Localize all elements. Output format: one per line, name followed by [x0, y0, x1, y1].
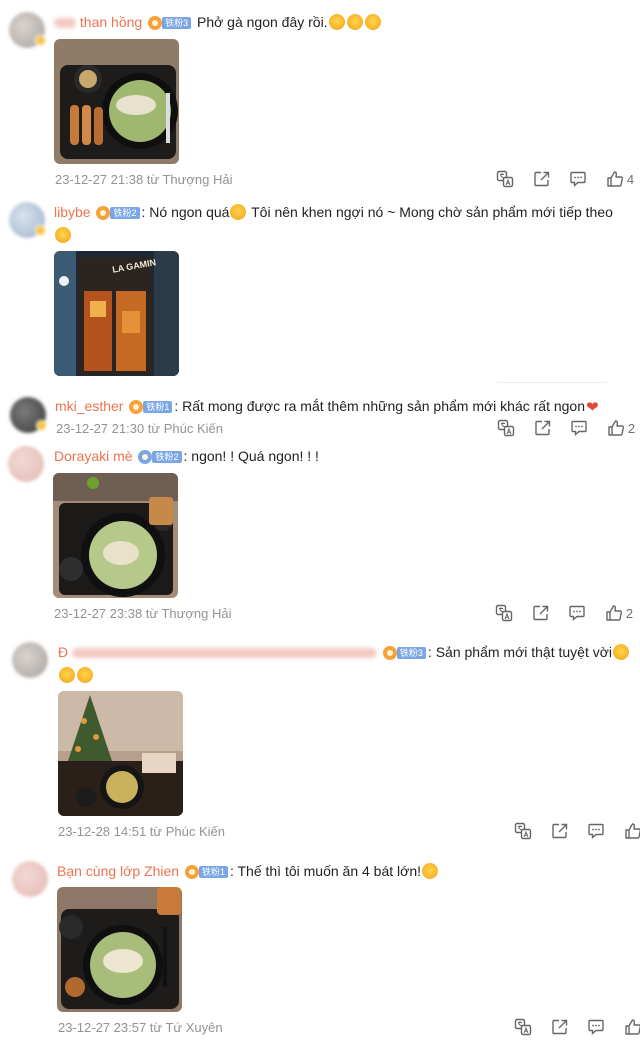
share-icon[interactable]	[533, 170, 551, 188]
username[interactable]: libybe	[54, 204, 91, 220]
comment-line: mki_esther 铁粉1: Rất mong được ra mắt thê…	[55, 396, 600, 418]
share-icon[interactable]	[534, 419, 552, 437]
comment-actions: 4	[496, 170, 637, 190]
like-count: 2	[625, 605, 634, 621]
emoji-icon	[346, 14, 363, 30]
comment-line-2	[58, 665, 94, 685]
fan-badge-icon	[382, 646, 397, 661]
emoji-icon	[230, 204, 247, 220]
like-icon[interactable]	[624, 1018, 640, 1036]
like-count: 2	[627, 420, 636, 436]
timestamp: 23-12-27 21:38 từ Thượng Hải	[55, 172, 233, 187]
like-icon[interactable]	[606, 170, 624, 188]
username[interactable]: than hồng	[80, 14, 142, 30]
verified-badge-icon	[35, 225, 46, 236]
comment-icon[interactable]	[570, 419, 588, 437]
like-icon[interactable]	[605, 604, 623, 622]
comment-image[interactable]: LA GAMIN	[54, 251, 179, 376]
fan-badge[interactable]: 铁粉1	[184, 865, 228, 880]
fan-badge[interactable]: 铁粉1	[129, 400, 173, 415]
comment-image[interactable]	[54, 39, 179, 164]
username[interactable]: Đ	[58, 644, 68, 660]
comment-text: : Nó ngon quá	[141, 204, 230, 220]
comment-image[interactable]	[58, 691, 183, 816]
fan-badge[interactable]: 铁粉2	[138, 450, 182, 465]
comment-actions: 2	[495, 604, 636, 624]
blurred-name-part	[72, 648, 378, 659]
timestamp: 23-12-27 23:57 từ Tứ Xuyên	[58, 1020, 223, 1035]
divider	[497, 382, 607, 383]
translate-icon[interactable]	[497, 419, 515, 437]
fan-badge[interactable]: 铁粉3	[148, 16, 192, 31]
timestamp: 23-12-28 14:51 từ Phúc Kiến	[58, 824, 225, 839]
fan-badge-icon	[138, 450, 153, 465]
comment-line: Đ 铁粉3: Sản phẩm mới thật tuyệt vời	[58, 642, 630, 662]
blurred-name-part	[54, 18, 76, 29]
comment-line-2	[54, 225, 72, 245]
username[interactable]: mki_esther	[55, 398, 123, 414]
like-count: 4	[626, 171, 635, 187]
fan-badge-level: 铁粉3	[396, 647, 426, 660]
comment-line: Dorayaki mè 铁粉2: ngon! ! Quá ngon! ! !	[54, 446, 319, 466]
avatar[interactable]	[8, 446, 44, 482]
comment-actions	[514, 822, 640, 842]
verified-badge-icon	[36, 420, 47, 431]
heart-icon: ❤	[586, 399, 599, 416]
comment-icon[interactable]	[587, 822, 605, 840]
translate-icon[interactable]	[514, 1018, 532, 1036]
username[interactable]: Dorayaki mè	[54, 448, 133, 464]
share-icon[interactable]	[551, 822, 569, 840]
translate-icon[interactable]	[496, 170, 514, 188]
fan-badge-icon	[96, 206, 111, 221]
fan-badge-icon	[129, 400, 144, 415]
translate-icon[interactable]	[495, 604, 513, 622]
comment-image[interactable]	[53, 473, 178, 598]
comment-actions: 2	[497, 419, 638, 439]
like-icon[interactable]	[624, 822, 640, 840]
avatar[interactable]	[9, 202, 46, 238]
comment-icon[interactable]	[587, 1018, 605, 1036]
comment-image[interactable]	[57, 887, 182, 1012]
fan-badge[interactable]: 铁粉3	[382, 646, 426, 661]
timestamp: 23-12-27 23:38 từ Thượng Hải	[54, 606, 232, 621]
fan-badge-icon	[148, 16, 163, 31]
comment-text: Phở gà ngon đây rồi.	[196, 14, 328, 30]
comment-text: : Thế thì tôi muốn ăn 4 bát lớn!	[229, 863, 421, 879]
share-icon[interactable]	[551, 1018, 569, 1036]
comment-line: libybe 铁粉2: Nó ngon quá Tôi nên khen ngợ…	[54, 202, 613, 222]
comment-line: Bạn cùng lớp Zhien 铁粉1: Thế thì tôi muốn…	[57, 861, 439, 881]
comment-text-continued: Tôi nên khen ngợi nó ~ Mong chờ sản phẩm…	[247, 204, 613, 220]
fan-badge-level: 铁粉2	[152, 451, 182, 464]
share-icon[interactable]	[532, 604, 550, 622]
avatar[interactable]	[12, 861, 48, 897]
username[interactable]: Bạn cùng lớp Zhien	[57, 863, 179, 879]
fan-badge-icon	[184, 865, 199, 880]
fan-badge-level: 铁粉1	[143, 401, 173, 414]
avatar[interactable]	[10, 397, 47, 433]
comment-text: : Sản phẩm mới thật tuyệt vời	[427, 644, 613, 660]
comment-line: than hồng 铁粉3 Phở gà ngon đây rồi.	[54, 12, 382, 32]
emoji-icon	[422, 863, 438, 879]
fan-badge-level: 铁粉3	[162, 17, 192, 30]
timestamp: 23-12-27 21:30 từ Phúc Kiến	[56, 421, 223, 436]
comment-text: : ngon! ! Quá ngon! ! !	[183, 448, 319, 464]
translate-icon[interactable]	[514, 822, 532, 840]
avatar[interactable]	[12, 642, 48, 678]
comment-actions	[514, 1018, 640, 1038]
emoji-icon	[55, 227, 71, 243]
fan-badge[interactable]: 铁粉2	[96, 206, 140, 221]
like-icon[interactable]	[607, 419, 625, 437]
emoji-icon	[328, 14, 345, 30]
fan-badge-level: 铁粉1	[198, 866, 228, 879]
avatar[interactable]	[9, 12, 46, 48]
emoji-icon	[613, 644, 630, 660]
emoji-icon	[59, 667, 75, 683]
comment-icon[interactable]	[569, 170, 587, 188]
emoji-icon	[364, 14, 381, 30]
verified-badge-icon	[35, 35, 46, 46]
comment-icon[interactable]	[568, 604, 586, 622]
comment-text: : Rất mong được ra mắt thêm những sản ph…	[174, 398, 586, 414]
emoji-icon	[77, 667, 93, 683]
fan-badge-level: 铁粉2	[110, 207, 140, 220]
